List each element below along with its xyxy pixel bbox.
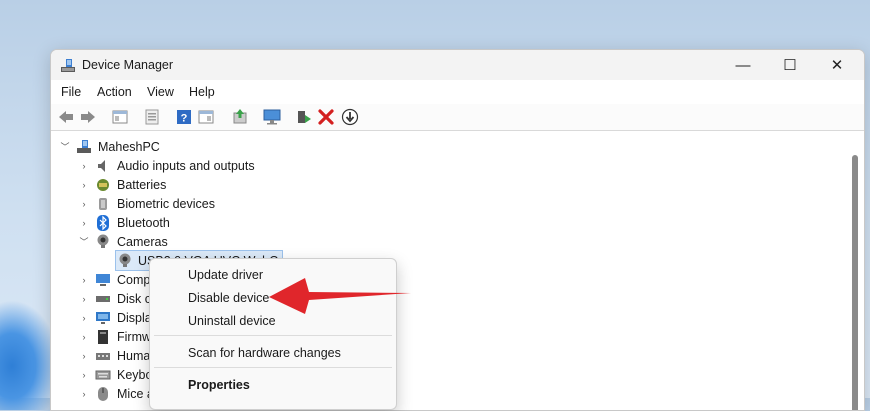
tree-item-hid[interactable]: › Huma bbox=[78, 346, 151, 365]
tree-item-label: Audio inputs and outputs bbox=[117, 158, 255, 173]
help-icon[interactable]: ? bbox=[175, 108, 193, 126]
menu-item-update-driver[interactable]: Update driver bbox=[188, 268, 263, 282]
window-title: Device Manager bbox=[82, 58, 174, 72]
menu-item-disable-device[interactable]: Disable device bbox=[188, 291, 269, 305]
tree-item-batteries[interactable]: › Batteries bbox=[78, 175, 167, 194]
menu-item-scan-hardware[interactable]: Scan for hardware changes bbox=[188, 346, 341, 360]
menu-item-properties[interactable]: Properties bbox=[188, 378, 250, 392]
tree-item-biometric[interactable]: › Biometric devices bbox=[78, 194, 215, 213]
tree-item-label: Biometric devices bbox=[117, 196, 215, 211]
menu-action[interactable]: Action bbox=[97, 85, 132, 99]
tree-item-bluetooth[interactable]: › Bluetooth bbox=[78, 213, 170, 232]
scan-hardware-icon[interactable] bbox=[263, 108, 281, 126]
tree-item-display[interactable]: › Displa bbox=[78, 308, 152, 327]
toolbar: ? bbox=[51, 104, 864, 131]
disk-icon bbox=[95, 291, 111, 307]
tree-item-label: Displa bbox=[117, 310, 152, 325]
tree-item-label: Huma bbox=[117, 348, 151, 363]
display-icon bbox=[95, 310, 111, 326]
chevron-right-icon[interactable]: › bbox=[78, 180, 90, 190]
tree-item-label: Cameras bbox=[117, 234, 168, 249]
scrollbar-thumb[interactable] bbox=[852, 155, 858, 410]
tree-root-label: MaheshPC bbox=[98, 139, 160, 154]
menu-view[interactable]: View bbox=[147, 85, 174, 99]
minimize-button[interactable]: — bbox=[720, 50, 766, 80]
keyboard-icon bbox=[95, 367, 111, 383]
menu-help[interactable]: Help bbox=[189, 85, 215, 99]
webcam-icon bbox=[118, 253, 132, 269]
tree-item-keyboard[interactable]: › Keybo bbox=[78, 365, 153, 384]
menu-separator bbox=[154, 367, 392, 368]
tree-item-disk[interactable]: › Disk c bbox=[78, 289, 152, 308]
menu-file[interactable]: File bbox=[61, 85, 81, 99]
forward-icon[interactable] bbox=[79, 108, 97, 126]
annotation-arrow bbox=[269, 278, 411, 314]
chevron-right-icon[interactable]: › bbox=[78, 199, 90, 209]
mouse-icon bbox=[95, 386, 111, 402]
computer-icon bbox=[95, 272, 111, 288]
properties-view-icon[interactable] bbox=[111, 108, 129, 126]
tree-item-label: Keybo bbox=[117, 367, 153, 382]
tree-root[interactable]: ﹀ MaheshPC bbox=[59, 137, 160, 156]
menu-bar: File Action View Help bbox=[51, 80, 864, 104]
speaker-icon bbox=[95, 158, 111, 174]
biometric-icon bbox=[95, 196, 111, 212]
camera-icon bbox=[95, 234, 111, 250]
chevron-down-icon[interactable]: ﹀ bbox=[59, 140, 71, 153]
back-icon[interactable] bbox=[57, 108, 75, 126]
chevron-right-icon[interactable]: › bbox=[78, 332, 90, 342]
tree-item-label: Comp bbox=[117, 272, 151, 287]
computer-root-icon bbox=[76, 139, 92, 155]
menu-item-uninstall-device[interactable]: Uninstall device bbox=[188, 314, 276, 328]
tree-item-label: Disk c bbox=[117, 291, 152, 306]
enable-device-icon[interactable] bbox=[295, 108, 313, 126]
menu-separator bbox=[154, 335, 392, 336]
disable-device-icon[interactable] bbox=[341, 108, 359, 126]
chevron-right-icon[interactable]: › bbox=[78, 161, 90, 171]
title-bar: Device Manager — ☐ ✕ bbox=[51, 50, 864, 80]
vertical-scrollbar[interactable] bbox=[846, 131, 864, 410]
chevron-right-icon[interactable]: › bbox=[78, 275, 90, 285]
update-driver-icon[interactable] bbox=[231, 108, 249, 126]
chevron-right-icon[interactable]: › bbox=[78, 351, 90, 361]
chevron-down-icon[interactable]: ﹀ bbox=[78, 235, 90, 248]
show-hidden-icon[interactable] bbox=[143, 108, 161, 126]
tree-item-label: Firmw bbox=[117, 329, 152, 344]
tree-item-cameras[interactable]: ﹀ Cameras bbox=[78, 232, 168, 251]
tree-item-computer[interactable]: › Comp bbox=[78, 270, 151, 289]
firmware-icon bbox=[95, 329, 111, 345]
chevron-right-icon[interactable]: › bbox=[78, 294, 90, 304]
chevron-right-icon[interactable]: › bbox=[78, 218, 90, 228]
close-button[interactable]: ✕ bbox=[814, 50, 860, 80]
chevron-right-icon[interactable]: › bbox=[78, 370, 90, 380]
battery-icon bbox=[95, 177, 111, 193]
device-manager-app-icon bbox=[61, 59, 75, 72]
tree-item-audio[interactable]: › Audio inputs and outputs bbox=[78, 156, 255, 175]
driver-details-icon[interactable] bbox=[197, 108, 215, 126]
chevron-right-icon[interactable]: › bbox=[78, 389, 90, 399]
tree-item-label: Batteries bbox=[117, 177, 167, 192]
maximize-button[interactable]: ☐ bbox=[767, 50, 813, 80]
hid-icon bbox=[95, 348, 111, 364]
tree-item-firmware[interactable]: › Firmw bbox=[78, 327, 151, 346]
uninstall-icon[interactable] bbox=[317, 108, 335, 126]
bluetooth-icon bbox=[95, 214, 111, 231]
svg-text:?: ? bbox=[181, 113, 188, 125]
chevron-right-icon[interactable]: › bbox=[78, 313, 90, 323]
tree-item-label: Bluetooth bbox=[117, 215, 170, 230]
tree-item-mice[interactable]: › Mice a bbox=[78, 384, 154, 403]
